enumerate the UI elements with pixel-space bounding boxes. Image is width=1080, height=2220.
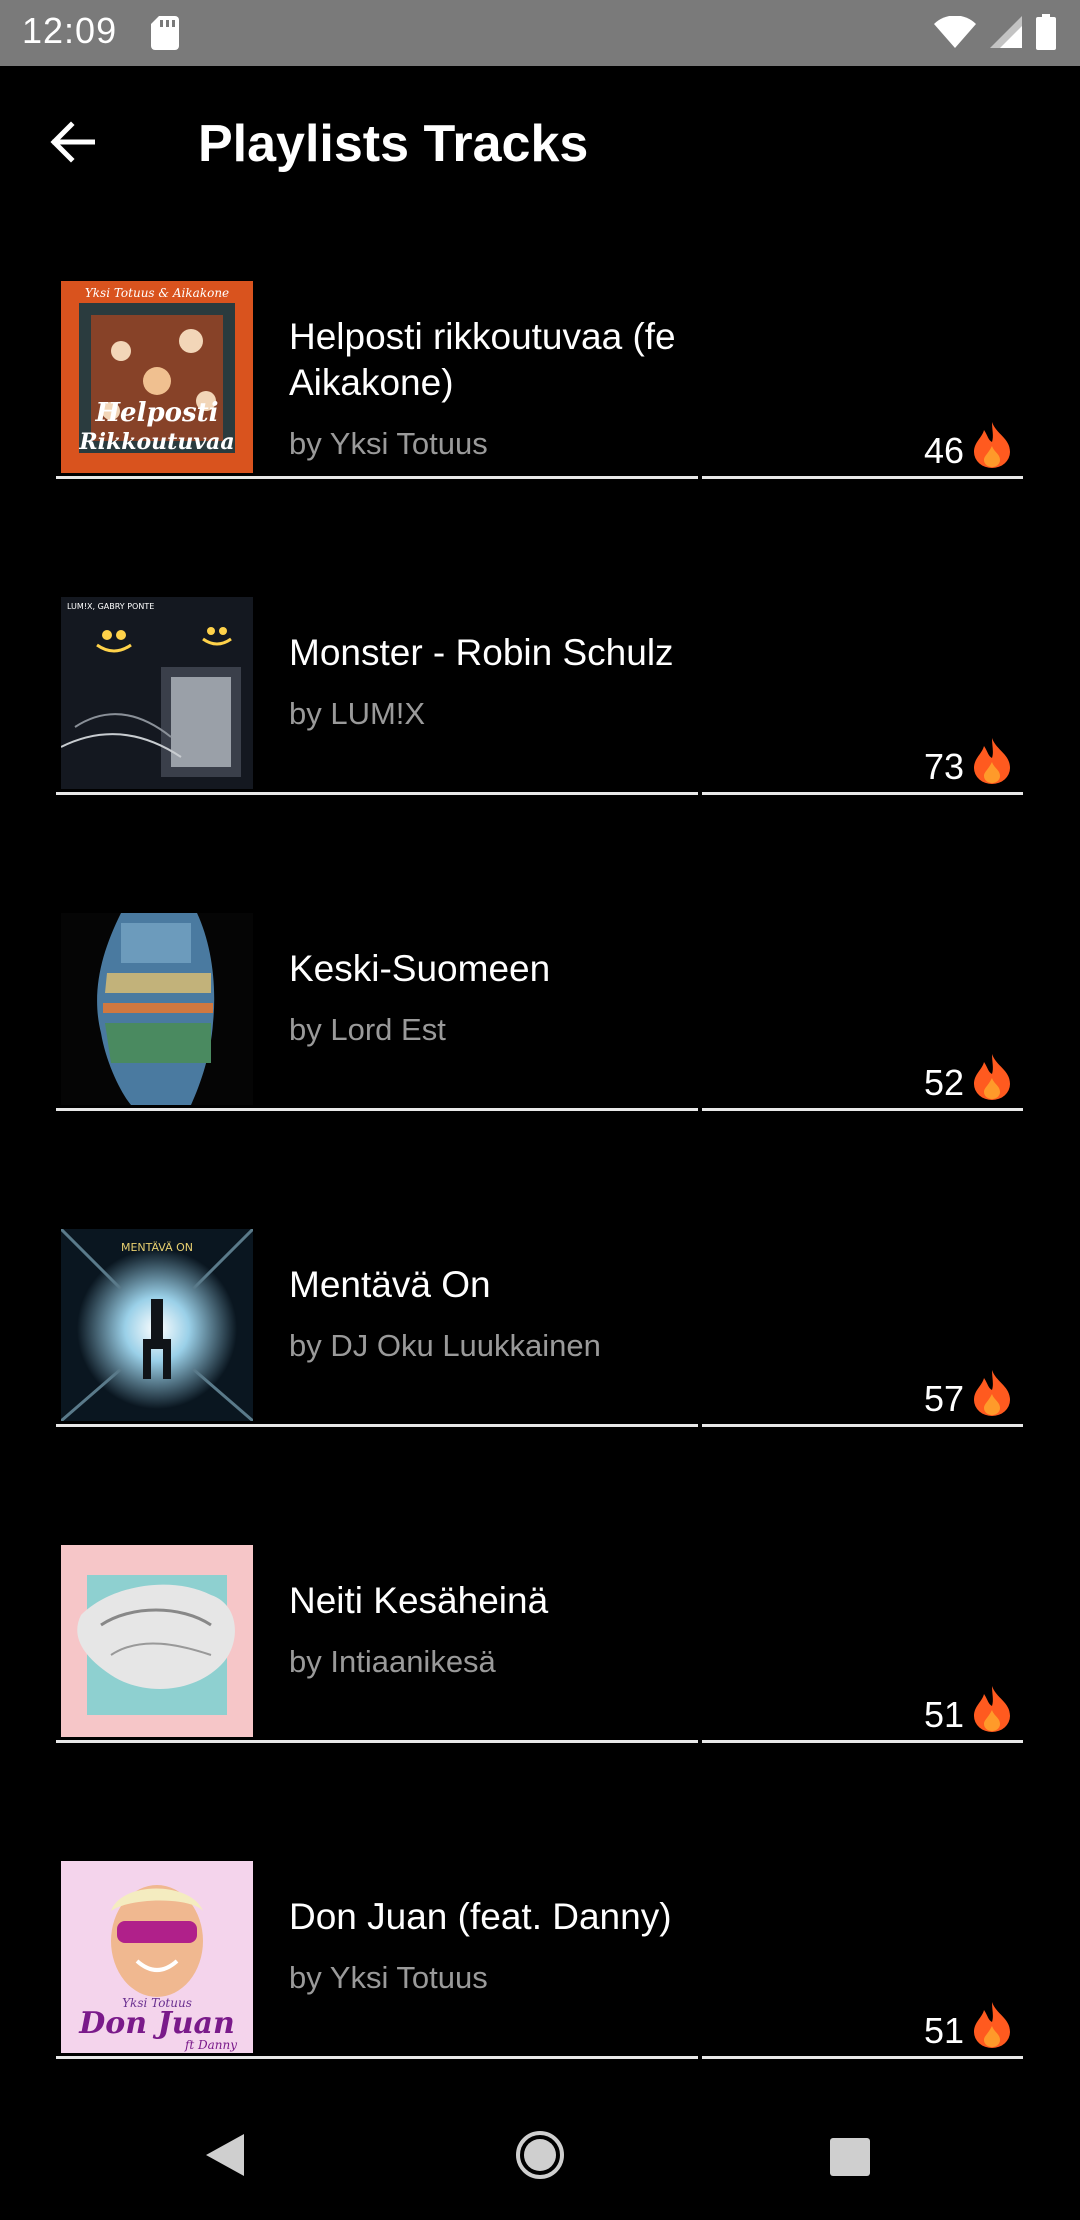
track-artist: by DJ Oku Luukkainen [289, 1328, 601, 1363]
status-icons [934, 14, 1056, 55]
divider [702, 1108, 1023, 1111]
wifi-icon [934, 15, 976, 53]
track-title: Helposti rikkoutuvaa (fe Aikakone) [289, 316, 676, 403]
fire-icon [970, 1052, 1014, 1105]
track-artist: by Yksi Totuus [289, 1960, 488, 1995]
cover-text: Helposti [94, 398, 218, 428]
cover-text: ft Danny [184, 2038, 237, 2052]
track-row[interactable]: Yksi Totuus Don Juan ft Danny Don Juan (… [0, 1806, 1080, 2122]
track-score: 73 [923, 746, 964, 787]
sd-card-icon [151, 16, 179, 55]
cover-text: MENTÄVÄ ON [121, 1241, 193, 1254]
divider [702, 476, 1023, 479]
track-artist: by Intiaanikesä [289, 1644, 496, 1679]
track-row[interactable]: Keski-Suomeen by Lord Est 52 [0, 858, 1080, 1174]
status-time: 12:09 [22, 10, 118, 51]
track-title: Don Juan (feat. Danny) [289, 1896, 672, 1937]
divider [56, 792, 698, 795]
screen: 12:09 Playlists Tracks Yksi Totuus & Aik… [0, 0, 1080, 2220]
track-artist: by Yksi Totuus [289, 426, 488, 461]
track-row[interactable]: Yksi Totuus & Aikakone Helposti Rikkoutu… [0, 226, 1080, 542]
track-title: Neiti Kesäheinä [289, 1580, 549, 1621]
navigation-bar [0, 2090, 1080, 2220]
track-cover: Yksi Totuus Don Juan ft Danny [61, 1861, 253, 2053]
divider [702, 2056, 1023, 2059]
track-title: Mentävä On [289, 1264, 491, 1305]
nav-back-icon[interactable] [202, 2130, 248, 2185]
cover-text: Don Juan [78, 2006, 235, 2041]
cover-text: LUM!X, GABRY PONTE [67, 602, 154, 611]
track-row[interactable]: Neiti Kesäheinä by Intiaanikesä 51 [0, 1490, 1080, 1806]
divider [56, 1108, 698, 1111]
cover-text: Rikkoutuvaa [78, 429, 234, 455]
track-list: Yksi Totuus & Aikakone Helposti Rikkoutu… [0, 226, 1080, 2122]
track-cover: Yksi Totuus & Aikakone Helposti Rikkoutu… [61, 281, 253, 473]
divider [702, 1740, 1023, 1743]
track-title: Monster - Robin Schulz [289, 632, 674, 673]
track-row[interactable]: LUM!X, GABRY PONTE Monster - Robin Schul… [0, 542, 1080, 858]
divider [702, 1424, 1023, 1427]
divider [702, 792, 1023, 795]
track-title: Keski-Suomeen [289, 948, 551, 989]
status-bar: 12:09 [0, 0, 1080, 66]
track-cover: LUM!X, GABRY PONTE [61, 597, 253, 789]
divider [56, 2056, 698, 2059]
track-score: 51 [923, 2010, 964, 2051]
track-cover [61, 913, 253, 1105]
track-score: 52 [923, 1062, 964, 1103]
fire-icon [970, 420, 1014, 473]
toolbar: Playlists Tracks [0, 66, 1080, 226]
fire-icon [970, 2000, 1014, 2053]
track-artist: by Lord Est [289, 1012, 446, 1047]
fire-icon [970, 736, 1014, 789]
page-title: Playlists Tracks [198, 115, 589, 173]
battery-icon [1036, 14, 1056, 55]
back-button[interactable] [40, 112, 104, 176]
nav-home-icon[interactable] [515, 2130, 565, 2185]
track-artist: by LUM!X [289, 696, 426, 731]
track-cover: MENTÄVÄ ON [61, 1229, 253, 1421]
divider [56, 476, 698, 479]
track-score: 51 [923, 1694, 964, 1735]
arrow-left-icon [49, 120, 96, 168]
fire-icon [970, 1368, 1014, 1421]
nav-recents-icon[interactable] [828, 2136, 872, 2183]
track-score: 57 [923, 1378, 964, 1419]
divider [56, 1740, 698, 1743]
signal-icon [990, 16, 1022, 53]
divider [56, 1424, 698, 1427]
cover-text: Yksi Totuus & Aikakone [85, 286, 229, 300]
track-score: 46 [923, 430, 964, 471]
fire-icon [970, 1684, 1014, 1737]
track-row[interactable]: MENTÄVÄ ON Mentävä On by DJ Oku Luukkain… [0, 1174, 1080, 1490]
track-cover [61, 1545, 253, 1737]
